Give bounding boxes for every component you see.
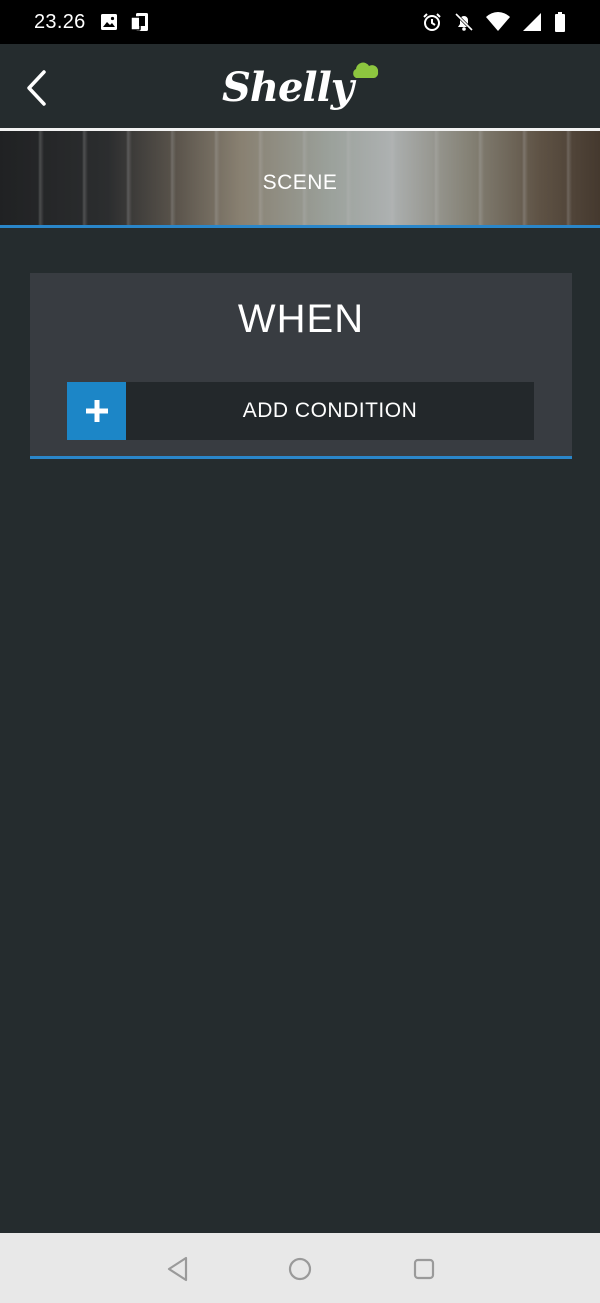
system-nav-bar xyxy=(0,1233,600,1303)
scene-banner: SCENE xyxy=(0,131,600,227)
nav-back-button[interactable] xyxy=(164,1255,192,1283)
notifications-off-icon xyxy=(454,12,474,32)
cloud-icon xyxy=(353,62,379,78)
chevron-left-icon xyxy=(27,70,46,106)
nav-home-button[interactable] xyxy=(286,1255,314,1283)
status-right-icons xyxy=(422,12,566,32)
when-card: WHEN ADD CONDITION xyxy=(30,273,572,459)
status-bar: 23.26 xyxy=(0,0,600,44)
wifi-icon xyxy=(486,12,510,32)
logo-text: Shelly xyxy=(222,64,354,111)
back-triangle-icon xyxy=(167,1256,188,1282)
status-left-icons xyxy=(100,12,152,32)
device-icon xyxy=(130,12,152,32)
status-time: 23.26 xyxy=(34,11,86,33)
recents-square-icon xyxy=(413,1258,435,1280)
add-condition-button[interactable]: ADD CONDITION xyxy=(67,382,534,440)
page-title: SCENE xyxy=(262,171,338,194)
when-title: WHEN xyxy=(237,297,365,341)
battery-icon xyxy=(554,12,566,32)
back-button[interactable] xyxy=(14,64,58,112)
signal-icon xyxy=(522,12,542,32)
banner-divider xyxy=(0,225,600,228)
plus-icon xyxy=(67,382,126,440)
add-condition-label: ADD CONDITION xyxy=(242,399,418,422)
home-circle-icon xyxy=(288,1257,312,1281)
shelly-logo: Shelly xyxy=(222,62,382,114)
card-divider xyxy=(30,456,572,459)
alarm-icon xyxy=(422,12,442,32)
image-icon xyxy=(100,13,118,31)
app-header: Shelly xyxy=(0,44,600,130)
nav-recents-button[interactable] xyxy=(410,1255,438,1283)
